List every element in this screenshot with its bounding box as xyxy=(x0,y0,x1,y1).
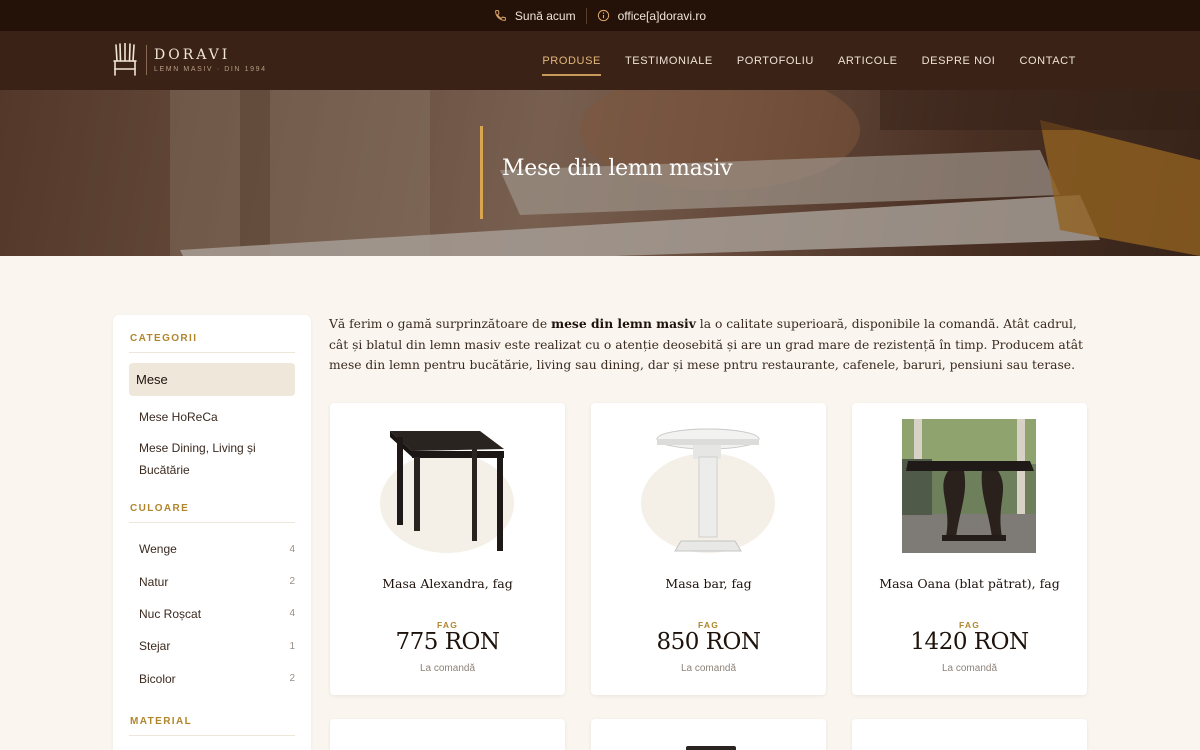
material-heading: MATERIAL xyxy=(129,716,295,736)
product-image-terrace-table xyxy=(902,419,1036,553)
nav-portofoliu[interactable]: PORTOFOLIU xyxy=(737,31,814,90)
intro-paragraph: Vă ferim o gamă surprinzătoare de mese d… xyxy=(329,314,1087,376)
color-count: 4 xyxy=(289,543,295,555)
product-image-dark-table xyxy=(390,431,504,551)
product-availability: La comandă xyxy=(680,663,737,674)
product-card[interactable] xyxy=(852,719,1087,750)
colors-heading: CULOARE xyxy=(129,503,295,523)
color-filter-nuc-roscat[interactable]: Nuc Roșcat 4 xyxy=(129,598,295,630)
hero-banner: Mese din lemn masiv xyxy=(0,90,1200,256)
product-card[interactable]: Masa Oana (blat pătrat), fag FAG 1420 RO… xyxy=(852,403,1087,695)
color-count: 2 xyxy=(289,673,295,685)
filter-sidebar: CATEGORII Mese Mese HoReCa Mese Dining, … xyxy=(113,315,311,750)
product-image-partial xyxy=(686,746,736,750)
color-filter-bicolor[interactable]: Bicolor 2 xyxy=(129,663,295,695)
product-name[interactable]: Masa bar, fag xyxy=(591,576,826,591)
nav-produse[interactable]: PRODUSE xyxy=(542,31,601,90)
intro-text-bold: mese din lemn masiv xyxy=(551,316,696,331)
brand-name: DORAVI xyxy=(154,47,231,63)
call-now-label: Sună acum xyxy=(514,8,576,23)
nav-articole[interactable]: ARTICOLE xyxy=(838,31,898,90)
product-price: 1420 RON xyxy=(910,629,1029,655)
brand-tagline: LEMN MASIV · DIN 1994 xyxy=(154,66,267,73)
product-name[interactable]: Masa Oana (blat pătrat), fag xyxy=(852,576,1087,591)
categories-heading: CATEGORII xyxy=(129,333,295,353)
email-link[interactable]: office[a]doravi.ro xyxy=(587,9,717,23)
product-price: 850 RON xyxy=(656,629,761,655)
color-label: Bicolor xyxy=(139,671,176,686)
top-contact-bar: Sună acum office[a]doravi.ro xyxy=(0,0,1200,31)
category-mese-dining[interactable]: Mese Dining, Living și Bucătărie xyxy=(129,437,295,481)
category-mese-horeca[interactable]: Mese HoReCa xyxy=(129,406,295,428)
product-availability: La comandă xyxy=(941,663,998,674)
phone-icon xyxy=(495,10,506,21)
product-availability: La comandă xyxy=(419,663,476,674)
color-filter-natur[interactable]: Natur 2 xyxy=(129,565,295,597)
color-count: 4 xyxy=(289,608,295,620)
nav-testimoniale[interactable]: TESTIMONIALE xyxy=(625,31,713,90)
color-count: 2 xyxy=(289,576,295,588)
color-label: Wenge xyxy=(139,542,177,557)
product-card[interactable] xyxy=(591,719,826,750)
product-card[interactable] xyxy=(330,719,565,750)
nav-contact[interactable]: CONTACT xyxy=(1019,31,1076,90)
logo-divider xyxy=(146,45,147,75)
page-title: Mese din lemn masiv xyxy=(502,156,733,181)
chair-logo-icon xyxy=(113,43,137,76)
site-header: DORAVI LEMN MASIV · DIN 1994 PRODUSE TES… xyxy=(0,31,1200,90)
color-count: 1 xyxy=(289,640,295,652)
info-icon xyxy=(597,9,609,22)
color-label: Nuc Roșcat xyxy=(139,606,202,621)
logo[interactable]: DORAVI LEMN MASIV · DIN 1994 xyxy=(112,43,267,77)
color-filter-stejar[interactable]: Stejar 1 xyxy=(129,630,295,662)
product-image-bar-table xyxy=(656,428,760,552)
category-mese[interactable]: Mese xyxy=(129,363,295,396)
hero-accent-bar xyxy=(480,126,483,219)
product-price: 775 RON xyxy=(395,629,500,655)
product-card[interactable]: Masa bar, fag FAG 850 RON La comandă xyxy=(591,403,826,695)
color-label: Natur xyxy=(139,574,169,589)
color-filter-wenge[interactable]: Wenge 4 xyxy=(129,533,295,565)
main-nav: PRODUSE TESTIMONIALE PORTOFOLIU ARTICOLE… xyxy=(542,31,1076,90)
product-card[interactable]: Masa Alexandra, fag FAG 775 RON La coman… xyxy=(330,403,565,695)
nav-despre-noi[interactable]: DESPRE NOI xyxy=(922,31,996,90)
color-label: Stejar xyxy=(139,639,171,654)
intro-text-start: Vă ferim o gamă surprinzătoare de xyxy=(329,317,552,331)
product-name[interactable]: Masa Alexandra, fag xyxy=(330,576,565,591)
email-label: office[a]doravi.ro xyxy=(617,8,707,23)
call-now-link[interactable]: Sună acum xyxy=(484,9,586,23)
